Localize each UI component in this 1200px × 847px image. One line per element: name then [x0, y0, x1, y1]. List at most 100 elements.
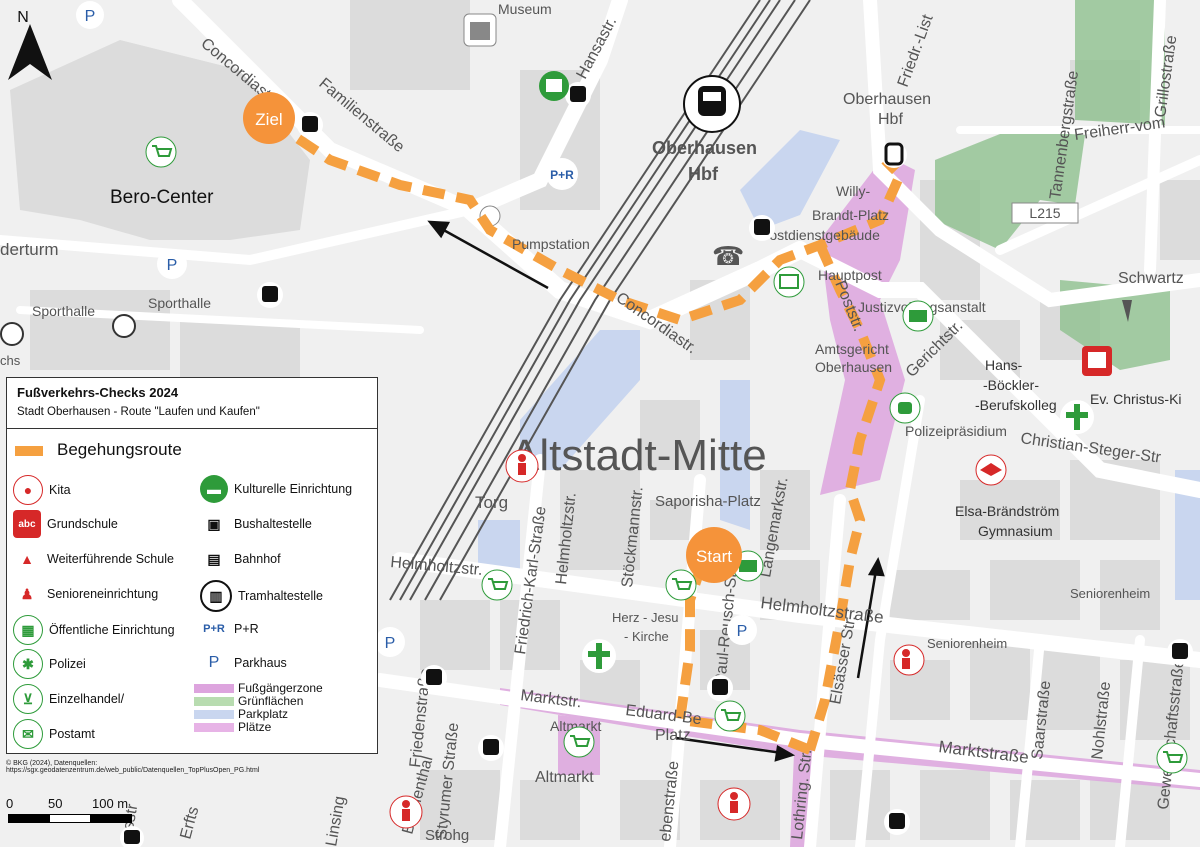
elsa-label-2: Gymnasium: [978, 523, 1053, 539]
legend-train: ▤ Bahnhof: [200, 545, 280, 573]
legend-kita: ● Kita: [13, 475, 71, 505]
station-name-label: Oberhausen: [652, 138, 757, 158]
scale-bar-graphic: [8, 814, 132, 823]
credits-line-2: https://sgx.geodatenzentrum.de/web_publi…: [6, 767, 260, 774]
museum-label: Museum: [498, 1, 552, 17]
route-label: Begehungsroute: [57, 440, 182, 459]
legend-title: Fußverkehrs-Checks 2024: [17, 385, 179, 400]
police-icon: [889, 392, 921, 424]
svg-text:Ziel: Ziel: [255, 110, 282, 129]
torg-label: Torg: [475, 493, 508, 512]
pumpstation-label: Pumpstation: [512, 236, 590, 252]
hbf-label: Oberhausen: [843, 91, 931, 108]
bus-stop-icon: [1167, 639, 1193, 665]
district-label: Altstadt-Mitte: [510, 431, 767, 480]
platz-label: Platz: [655, 727, 691, 744]
svg-text:P: P: [85, 8, 96, 25]
bus-stop-icon: [421, 665, 447, 691]
scale-hundred: 100 m: [92, 796, 129, 811]
hbbk-label: Hans-: [985, 357, 1023, 373]
herz-jesu-label: Herz - Jesu: [612, 610, 678, 625]
sporthalle-label: Sporthalle: [148, 295, 211, 311]
culture-icon: [539, 71, 569, 101]
church-icon: [582, 639, 616, 673]
herz-jesu-label-2: - Kirche: [624, 629, 669, 644]
credits-line-1: © BKG (2024), Datenquellen:: [6, 760, 98, 767]
park-and-ride-icon: P+R: [546, 158, 578, 190]
legend-postamt: ✉ Postamt: [13, 719, 95, 749]
north-label: N: [17, 9, 29, 26]
parkhaus-icon: P: [76, 1, 104, 29]
shopping-cart-icon: [145, 136, 177, 168]
grundschule-icon: abc: [13, 510, 41, 538]
legend: Fußverkehrs-Checks 2024 Stadt Oberhausen…: [6, 377, 378, 754]
bero-center-label: Bero-Center: [110, 187, 214, 208]
legend-pr: P+R P+R: [200, 615, 259, 643]
svg-text:P: P: [737, 623, 748, 640]
pedestrian-zone-swatch: [194, 683, 234, 693]
bus-stop-icon: [257, 282, 283, 308]
church-icon: [1060, 400, 1094, 434]
start-marker: Start: [686, 527, 742, 583]
schwartz-label: Schwartz: [1118, 270, 1184, 287]
route-swatch: [15, 445, 43, 456]
postamt-icon: [773, 266, 805, 298]
graduation-cap-icon: ▲: [20, 551, 34, 567]
svg-text:P: P: [385, 635, 396, 652]
scale-zero: 0: [6, 796, 14, 811]
bus-stop-icon: [707, 675, 733, 701]
hbf-label-2: Hbf: [878, 111, 903, 128]
postdienst-label: Postdienstgebäude: [760, 227, 880, 243]
green-swatch: [194, 696, 234, 706]
legend-secondary-school: ▲ Weiterführende Schule: [13, 545, 174, 573]
legend-tram: ▥ Tramhaltestelle: [200, 580, 323, 612]
shopping-cart-icon: [665, 569, 697, 601]
scale-fifty: 50: [48, 796, 63, 811]
parkhaus-icon: P: [727, 615, 757, 645]
saporisha-label: Saporisha-Platz: [655, 493, 761, 510]
hauptpost-label: Hauptpost: [818, 267, 882, 283]
legend-header: Fußverkehrs-Checks 2024 Stadt Oberhausen…: [7, 378, 377, 429]
book-icon: ▬: [200, 475, 228, 503]
legend-parkhaus: P Parkhaus: [200, 649, 287, 677]
parking-swatch: [194, 709, 234, 719]
legend-green: Grünflächen: [194, 694, 303, 708]
elsa-label: Elsa-Brändström: [955, 503, 1059, 519]
hbbk-label-2: -Böckler-: [983, 377, 1039, 393]
park-and-ride-icon: P+R: [203, 623, 225, 635]
grundschule-icon: [1082, 346, 1112, 376]
goal-marker: Ziel: [243, 92, 295, 144]
bus-stop-icon: [297, 112, 323, 138]
svg-text:P+R: P+R: [550, 168, 574, 182]
kita-icon: [717, 787, 751, 821]
senior-home-icon: [893, 644, 925, 676]
parkhaus-icon: P: [157, 249, 187, 279]
bus-stop-icon: [478, 735, 504, 761]
legend-public: ▦ Öffentliche Einrichtung: [13, 615, 175, 645]
sporthalle-label-2: Sporthalle: [32, 303, 95, 319]
train-icon: ▤: [207, 550, 221, 567]
envelope-icon: ✉: [13, 719, 43, 749]
willy-brandt-label: Willy-: [836, 183, 871, 199]
svg-text:P: P: [167, 257, 178, 274]
svg-text:☎: ☎: [712, 242, 744, 272]
parkhaus-icon: P: [375, 627, 405, 657]
station-name-label-2: Hbf: [688, 164, 719, 184]
shopping-cart-icon: ⊻: [13, 684, 43, 714]
post-horn-icon: ☎: [712, 242, 744, 272]
tram-icon: ▥: [200, 580, 232, 612]
shopping-cart-icon: [1156, 742, 1188, 774]
tram-stop-icon: [881, 142, 907, 168]
amtsgericht-label: Amtsgericht: [815, 341, 889, 357]
polizei-label: Polizeipräsidium: [905, 423, 1007, 439]
kita-icon: [389, 795, 423, 829]
legend-squares: Plätze: [194, 720, 271, 734]
parkhaus-icon: P: [208, 654, 220, 671]
legend-route-entry: Begehungsroute: [15, 440, 182, 460]
ev-christus-label: Ev. Christus-Ki: [1090, 391, 1182, 407]
altmarkt-label-2: Altmarkt: [535, 769, 594, 786]
legend-grundschule: abc Grundschule: [13, 510, 118, 538]
legend-police: ✱ Polizei: [13, 649, 86, 679]
legend-senior: ♟ Senioreneinrichtung: [13, 580, 158, 608]
shopping-cart-icon: [481, 569, 513, 601]
